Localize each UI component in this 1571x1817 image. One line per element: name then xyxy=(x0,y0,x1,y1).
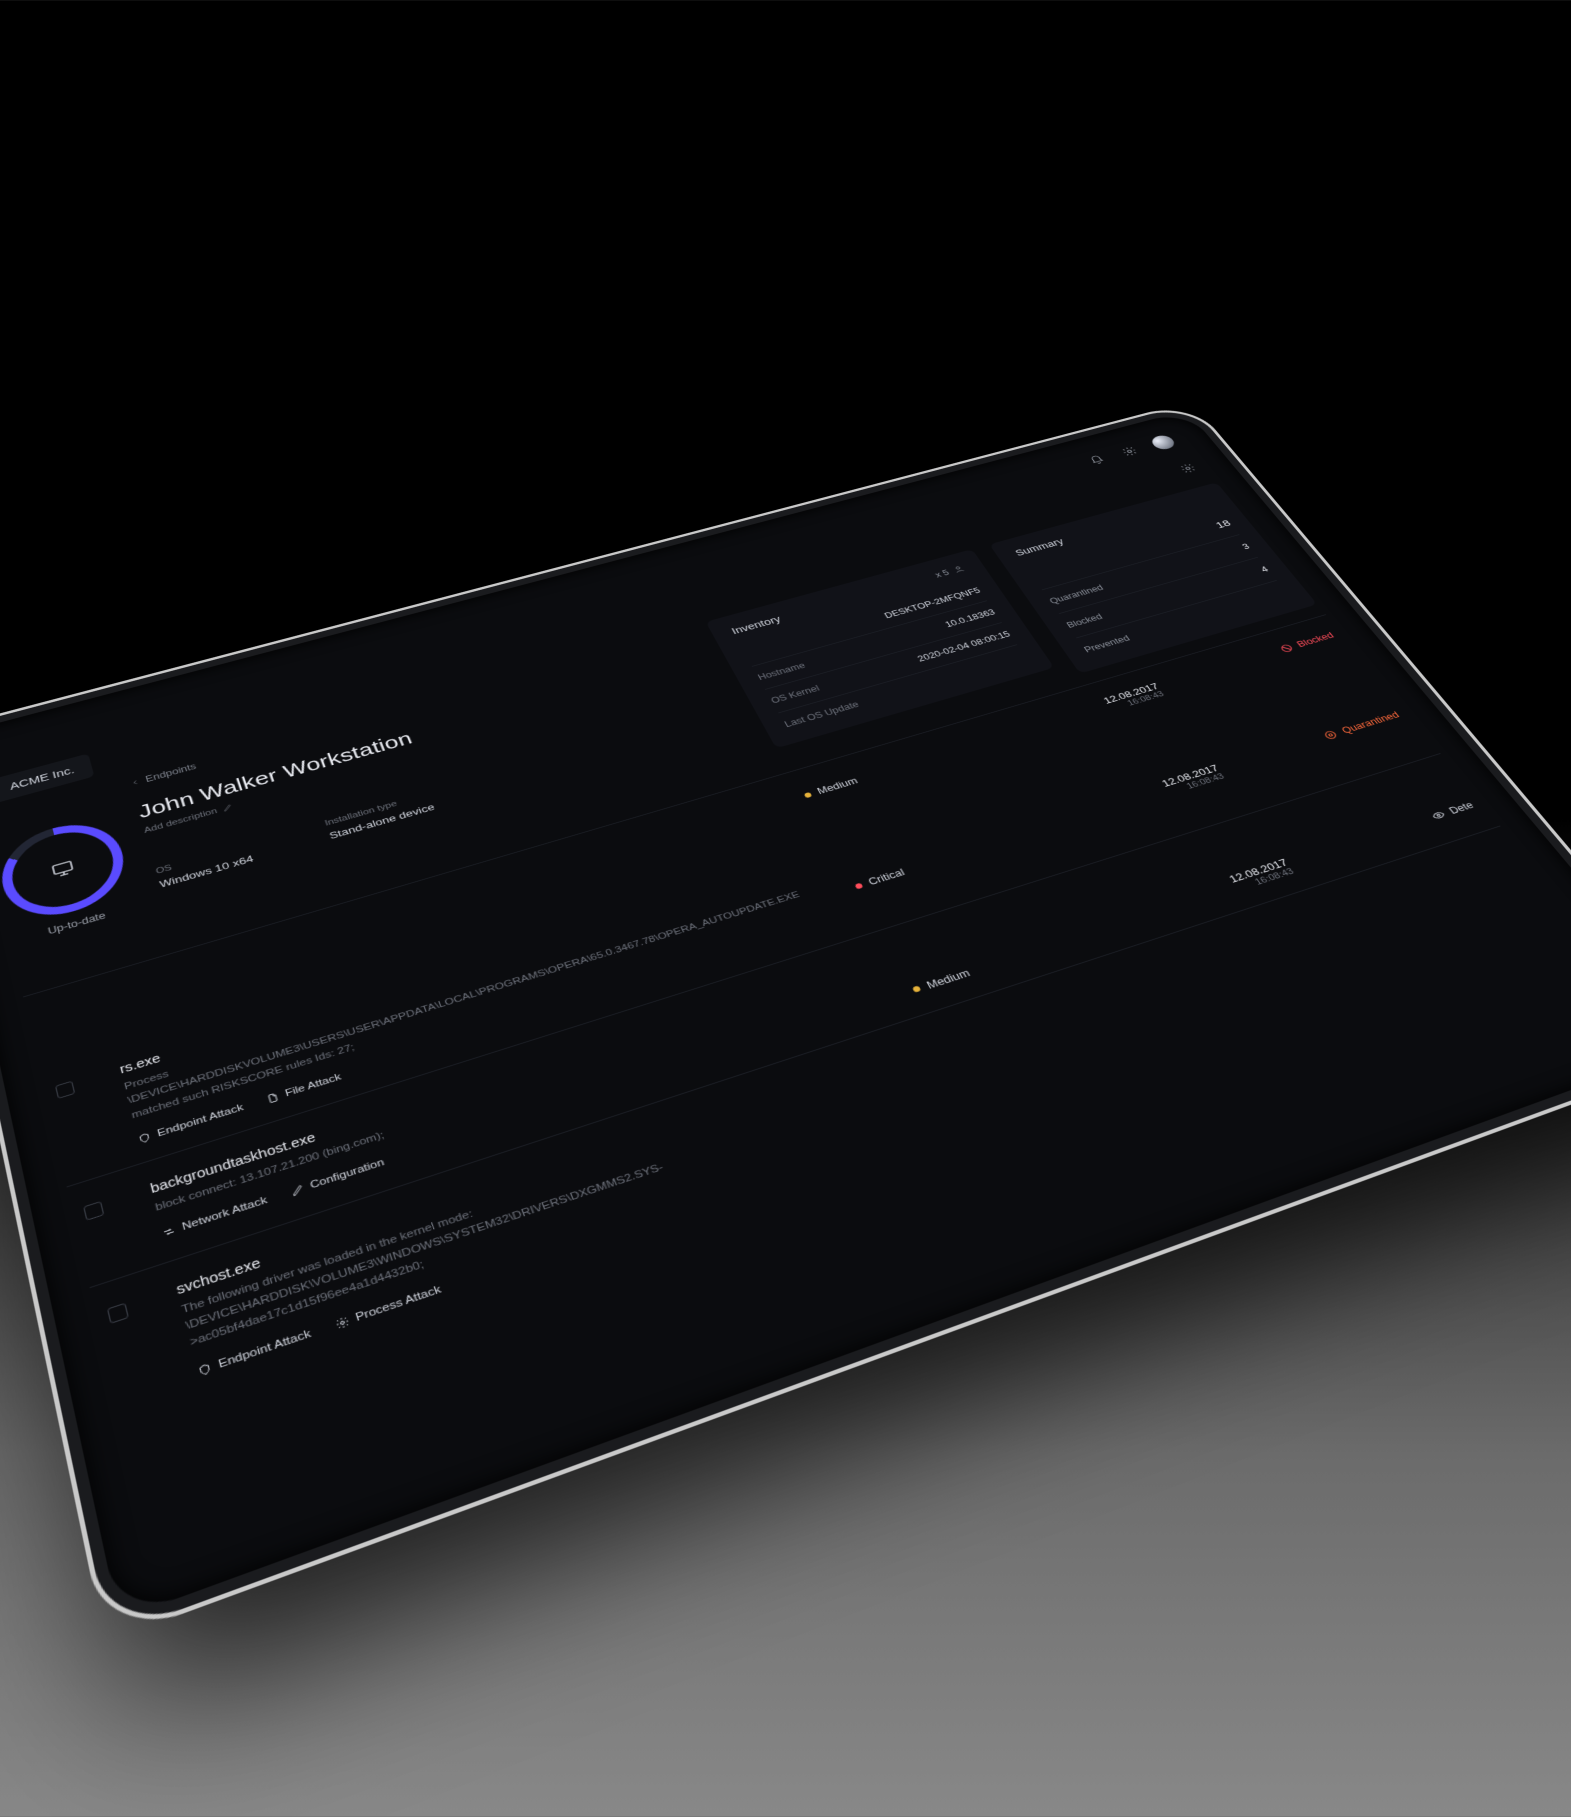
avatar[interactable] xyxy=(1148,433,1177,451)
status-ring xyxy=(0,812,133,928)
row-checkbox[interactable] xyxy=(83,1200,104,1220)
app-screen: ACME Inc. Up-to-date xyxy=(0,429,1571,1571)
tablet-frame: ACME Inc. Up-to-date xyxy=(0,410,1571,1619)
page-gear-icon[interactable] xyxy=(1175,460,1200,475)
pencil-icon xyxy=(221,803,233,812)
summary-title: Summary xyxy=(1013,536,1066,557)
shield-icon xyxy=(196,1360,213,1377)
company-name: ACME Inc. xyxy=(8,764,75,792)
file-icon xyxy=(264,1090,280,1104)
gear-icon[interactable] xyxy=(1117,443,1142,458)
eye-icon xyxy=(1428,808,1447,821)
users-count: x 5 xyxy=(933,563,967,578)
summary-total: 18 xyxy=(1213,518,1233,530)
status-cell-quarantined: Quarantined xyxy=(1211,682,1402,768)
monitor-icon xyxy=(48,857,76,880)
row-checkbox[interactable] xyxy=(106,1302,128,1323)
user-icon xyxy=(950,563,966,574)
gear-icon xyxy=(333,1314,350,1330)
date-cell: 12.08.2017 16:08:43 xyxy=(1026,736,1226,832)
shield-icon xyxy=(136,1130,152,1144)
quarantine-icon xyxy=(1321,728,1339,740)
swap-icon xyxy=(160,1224,176,1239)
pencil-icon xyxy=(289,1182,305,1197)
status-ring-block: Up-to-date xyxy=(0,785,143,947)
row-checkbox[interactable] xyxy=(54,1080,74,1098)
severity-cell: Critical xyxy=(832,792,1036,891)
blocked-icon xyxy=(1277,642,1294,653)
chevron-down-icon xyxy=(0,785,1,796)
chevron-left-icon xyxy=(129,778,140,787)
inventory-title: Inventory xyxy=(729,613,782,635)
bell-icon[interactable] xyxy=(1084,452,1109,467)
